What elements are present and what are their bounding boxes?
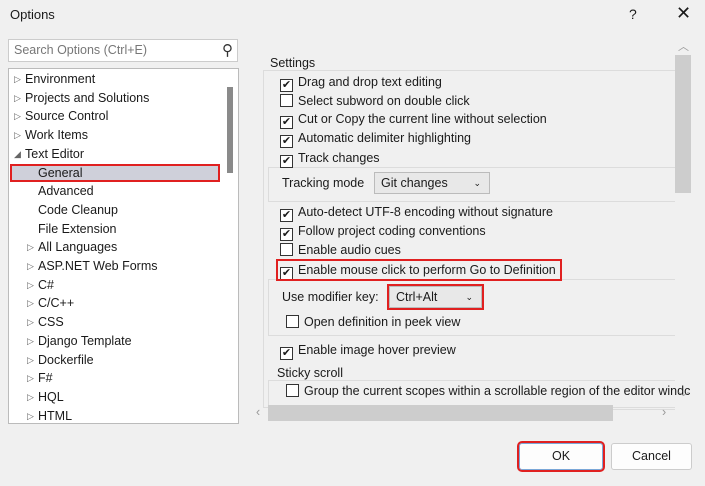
option-label: Follow project coding conventions [298, 224, 486, 238]
option-label: Track changes [298, 151, 380, 165]
tree-item-label: C/C++ [38, 296, 75, 311]
collapsed-arrow-icon[interactable]: ▷ [27, 388, 34, 406]
collapsed-arrow-icon[interactable]: ▷ [27, 238, 34, 256]
checkbox-checked[interactable]: ✔ [280, 347, 293, 360]
search-icon[interactable]: ⚲ [222, 41, 233, 59]
tree-item-label: HTML [38, 408, 73, 423]
checkbox-checked[interactable]: ✔ [280, 209, 293, 222]
collapsed-arrow-icon[interactable]: ▷ [14, 70, 21, 88]
search-input[interactable]: Search Options (Ctrl+E) ⚲ [8, 39, 238, 62]
modifier-key-label: Use modifier key: [282, 290, 379, 304]
collapsed-arrow-icon[interactable]: ▷ [27, 351, 34, 369]
checkbox-unchecked[interactable] [286, 315, 299, 328]
checkbox-checked[interactable]: ✔ [280, 135, 293, 148]
tracking-mode-label: Tracking mode [282, 176, 365, 190]
modifier-key-dropdown[interactable]: Ctrl+Alt ⌄ [387, 284, 484, 310]
option-row[interactable]: ✔ Enable image hover preview [278, 341, 458, 360]
tree-item-label: F# [38, 371, 53, 386]
help-button[interactable]: ? [629, 6, 637, 22]
close-button[interactable]: ✕ [676, 3, 691, 24]
option-row[interactable]: Open definition in peek view [284, 313, 463, 331]
option-row[interactable]: ✔ Follow project coding conventions [278, 222, 488, 241]
vertical-scrollbar-thumb[interactable] [675, 55, 691, 193]
option-label: Open definition in peek view [304, 315, 461, 329]
tree-item-label: All Languages [38, 240, 118, 255]
checkbox-checked[interactable]: ✔ [280, 116, 293, 129]
settings-group-label: Settings [268, 56, 318, 70]
checkbox-unchecked[interactable] [286, 384, 299, 397]
tree-item-label: Projects and Solutions [25, 90, 150, 105]
tree-item[interactable]: General [10, 163, 220, 182]
option-row[interactable]: Enable audio cues [278, 241, 403, 259]
chevron-down-icon: ⌄ [473, 178, 481, 188]
tree-scrollbar-thumb[interactable] [227, 87, 233, 173]
modifier-key-value: Ctrl+Alt [396, 290, 438, 304]
option-row[interactable]: ✔ Auto-detect UTF-8 encoding without sign… [278, 203, 555, 222]
option-row[interactable]: ✔ Enable mouse click to perform Go to Def… [276, 259, 562, 281]
options-tree: ▷ Environment ▷ Projects and Solutions ▷ Sour… [8, 68, 239, 424]
tracking-mode-value: Git changes [381, 176, 448, 190]
checkbox-unchecked[interactable] [280, 94, 293, 107]
option-row[interactable]: ✔ Automatic delimiter highlighting [278, 129, 474, 148]
scroll-right-icon[interactable]: › [662, 405, 666, 419]
horizontal-scrollbar-thumb[interactable] [268, 405, 613, 421]
checkbox-unchecked[interactable] [280, 243, 293, 256]
tree-item-label: General [38, 165, 83, 180]
tree-item-label: Work Items [25, 128, 88, 143]
option-label: Group the current scopes within a scroll… [304, 384, 691, 398]
collapsed-arrow-icon[interactable]: ▷ [14, 107, 21, 125]
expanded-arrow-icon[interactable]: ◢ [14, 145, 21, 163]
window-title: Options [10, 7, 55, 22]
tree-item-label: C# [38, 277, 54, 292]
option-label: Enable audio cues [298, 243, 401, 257]
chevron-down-icon: ⌄ [465, 292, 473, 302]
search-placeholder: Search Options (Ctrl+E) [14, 43, 148, 57]
tree-item-label: Environment [25, 72, 96, 86]
cancel-button[interactable]: Cancel [611, 443, 692, 470]
collapsed-arrow-icon[interactable]: ▷ [27, 369, 34, 387]
collapsed-arrow-icon[interactable]: ▷ [27, 332, 34, 350]
scroll-left-icon[interactable]: ‹ [256, 405, 260, 419]
option-label: Enable mouse click to perform Go to Defi… [298, 263, 556, 277]
tree-item-label: CSS [38, 315, 64, 330]
option-row[interactable]: ✔ Cut or Copy the current line without se… [278, 110, 549, 129]
option-row[interactable]: Group the current scopes within a scroll… [284, 382, 693, 400]
option-row[interactable]: ✔ Track changes [278, 149, 382, 168]
collapsed-arrow-icon[interactable]: ▷ [27, 294, 34, 312]
checkbox-checked[interactable]: ✔ [280, 155, 293, 168]
tree-item-label: ASP.NET Web Forms [38, 259, 158, 273]
option-label: Drag and drop text editing [298, 75, 442, 89]
checkbox-checked[interactable]: ✔ [280, 267, 293, 280]
collapsed-arrow-icon[interactable]: ▷ [14, 89, 21, 107]
option-row[interactable]: ✔ Drag and drop text editing [278, 73, 444, 92]
scroll-up-icon[interactable]: ︿ [678, 38, 689, 54]
tree-item-label: Source Control [25, 109, 109, 124]
scroll-down-icon[interactable]: ﹀ [678, 389, 689, 405]
option-label: Automatic delimiter highlighting [298, 131, 472, 145]
tree-item-label: Advanced [38, 184, 94, 199]
ok-button[interactable]: OK [517, 441, 605, 472]
collapsed-arrow-icon[interactable]: ▷ [27, 276, 34, 294]
tree-item-label: Dockerfile [38, 352, 94, 367]
tree-item-label: File Extension [38, 221, 117, 236]
option-label: Cut or Copy the current line without sel… [298, 112, 547, 126]
option-label: Auto-detect UTF-8 encoding without signa… [298, 205, 553, 219]
collapsed-arrow-icon[interactable]: ▷ [14, 126, 21, 144]
sticky-scroll-label: Sticky scroll [275, 366, 345, 380]
collapsed-arrow-icon[interactable]: ▷ [27, 257, 34, 275]
option-row[interactable]: Select subword on double click [278, 92, 472, 110]
option-label: Select subword on double click [298, 94, 470, 108]
collapsed-arrow-icon[interactable]: ▷ [27, 407, 34, 423]
tree-item-label: Text Editor [25, 146, 85, 161]
tree-item-label: HQL [38, 389, 64, 404]
option-label: Enable image hover preview [298, 343, 456, 357]
tree-item-label: Django Template [38, 333, 132, 348]
checkbox-checked[interactable]: ✔ [280, 79, 293, 92]
tree-item-label: Code Cleanup [38, 202, 118, 217]
checkbox-checked[interactable]: ✔ [280, 228, 293, 241]
collapsed-arrow-icon[interactable]: ▷ [27, 313, 34, 331]
tracking-mode-dropdown[interactable]: Git changes ⌄ [374, 172, 490, 194]
